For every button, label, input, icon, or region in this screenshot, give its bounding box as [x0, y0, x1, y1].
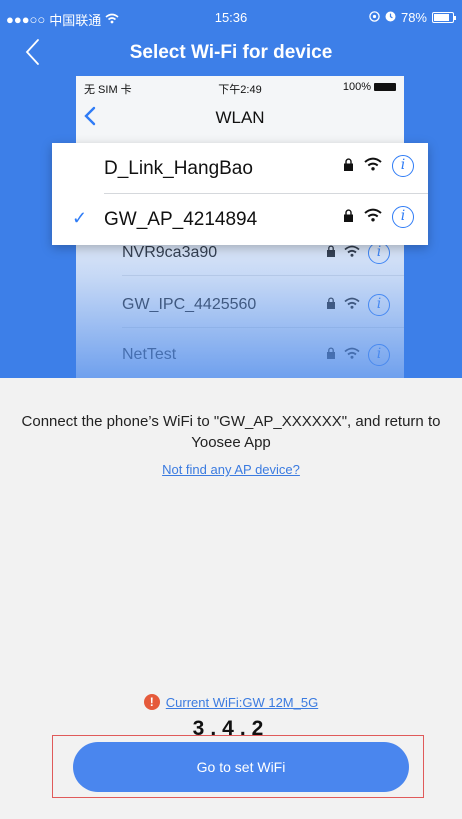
lock-icon: [343, 155, 354, 177]
network-name: GW_IPC_4425560: [122, 296, 257, 313]
wifi-network-row: GW_IPC_4425560 i: [76, 284, 404, 328]
checkmark-icon: ✓: [72, 208, 88, 228]
not-find-device-link[interactable]: Not find any AP device?: [0, 462, 462, 477]
warning-icon: !: [143, 694, 160, 710]
battery-percent: 78%: [400, 10, 427, 25]
current-wifi-link[interactable]: Current WiFi:GW 12M_5G: [166, 695, 318, 710]
current-wifi-row: ! Current WiFi:GW 12M_5G: [0, 694, 462, 710]
lock-icon: [326, 296, 336, 314]
battery-icon: [374, 83, 396, 91]
screen: ●●●○○ 中国联通 15:36 78% Select Wi-Fi for de…: [0, 0, 462, 819]
wifi-icon: [344, 296, 360, 314]
divider: [122, 275, 404, 276]
instruction-text: Connect the phone’s WiFi to "GW_AP_XXXXX…: [21, 413, 441, 451]
wifi-icon: [344, 244, 360, 262]
lock-icon: [326, 244, 336, 262]
network-name: NetTest: [122, 346, 177, 363]
illustration-battery-percent: 100%: [342, 81, 371, 93]
wifi-network-row[interactable]: D_Link_HangBao i: [52, 143, 428, 194]
network-icons: i: [343, 206, 414, 228]
header-area: ●●●○○ 中国联通 15:36 78% Select Wi-Fi for de…: [0, 0, 462, 378]
wifi-icon: [364, 206, 382, 228]
wifi-network-row-selected[interactable]: ✓ GW_AP_4214894 i: [52, 194, 428, 245]
wifi-icon: [344, 346, 360, 364]
wifi-icon: [364, 155, 382, 177]
rotation-lock-icon: [369, 10, 380, 25]
highlighted-network-card: D_Link_HangBao i ✓ GW_AP_4214894 i: [52, 143, 428, 245]
battery-icon: [432, 12, 456, 23]
lock-icon: [343, 206, 354, 228]
divider: [122, 327, 404, 328]
illustration-nav: WLAN: [76, 98, 404, 134]
wifi-network-row: NetTest i: [76, 334, 404, 378]
info-icon[interactable]: i: [392, 155, 414, 177]
status-right: 78%: [369, 10, 456, 25]
network-icons: i: [343, 155, 414, 177]
info-icon[interactable]: i: [368, 294, 390, 316]
illustration-status-bar: 无 SIM 卡 下午2:49 100%: [76, 76, 404, 98]
illustration-title: WLAN: [215, 108, 265, 127]
network-name: NVR9ca3a90: [122, 244, 218, 261]
status-bar: ●●●○○ 中国联通 15:36 78%: [0, 0, 462, 34]
network-icons: i: [326, 242, 390, 264]
network-icons: i: [326, 294, 390, 316]
lock-icon: [326, 346, 336, 364]
alarm-icon: [385, 10, 396, 25]
page-title: Select Wi-Fi for device: [129, 42, 333, 63]
info-icon[interactable]: i: [368, 242, 390, 264]
navigation-bar: Select Wi-Fi for device: [0, 34, 462, 74]
network-icons: i: [326, 344, 390, 366]
illustration-battery: 100%: [343, 81, 396, 93]
info-icon[interactable]: i: [392, 206, 414, 228]
info-icon[interactable]: i: [368, 344, 390, 366]
network-name: D_Link_HangBao: [104, 158, 253, 179]
go-to-set-wifi-button[interactable]: Go to set WiFi: [73, 742, 409, 792]
network-name: GW_AP_4214894: [104, 209, 258, 230]
